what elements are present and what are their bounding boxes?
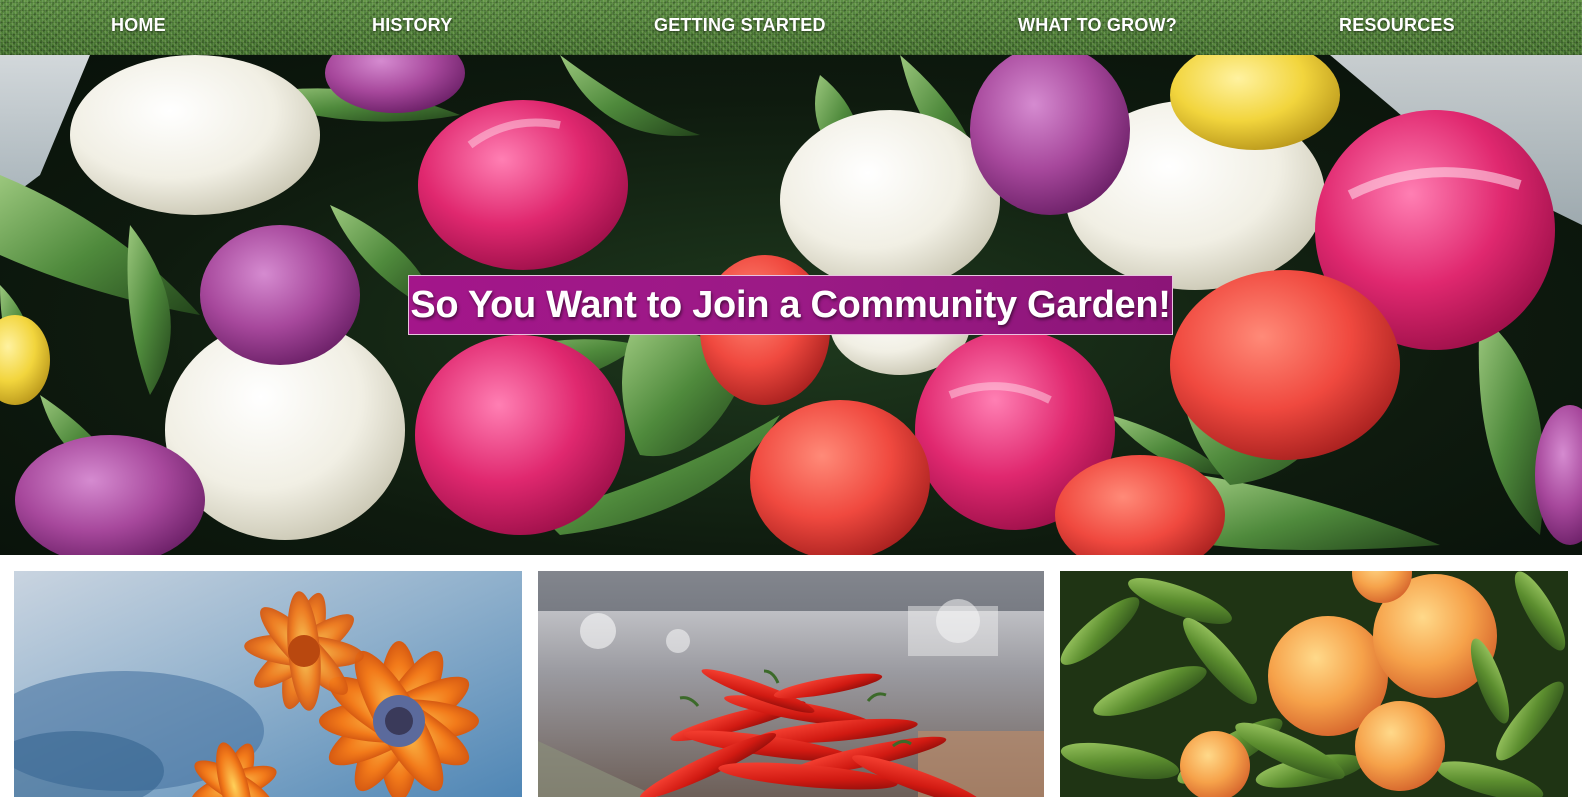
- nav-link-what-to-grow[interactable]: WHAT TO GROW?: [1018, 15, 1177, 36]
- card-image-flowers[interactable]: [14, 571, 522, 797]
- nav-link-history[interactable]: HISTORY: [372, 15, 452, 36]
- hero-banner: So You Want to Join a Community Garden!: [0, 55, 1582, 555]
- orange-flowers-image: [14, 571, 522, 797]
- nav-link-getting-started[interactable]: GETTING STARTED: [654, 15, 826, 36]
- peaches-image: [1060, 571, 1568, 797]
- nav-link-resources[interactable]: RESOURCES: [1339, 15, 1455, 36]
- hero-title-banner: So You Want to Join a Community Garden!: [408, 275, 1173, 335]
- hero-title: So You Want to Join a Community Garden!: [410, 284, 1171, 326]
- chili-peppers-image: [538, 571, 1044, 797]
- card-image-peaches[interactable]: [1060, 571, 1568, 797]
- main-nav: HOME HISTORY GETTING STARTED WHAT TO GRO…: [0, 0, 1582, 55]
- card-image-peppers[interactable]: [538, 571, 1044, 797]
- nav-link-home[interactable]: HOME: [111, 15, 166, 36]
